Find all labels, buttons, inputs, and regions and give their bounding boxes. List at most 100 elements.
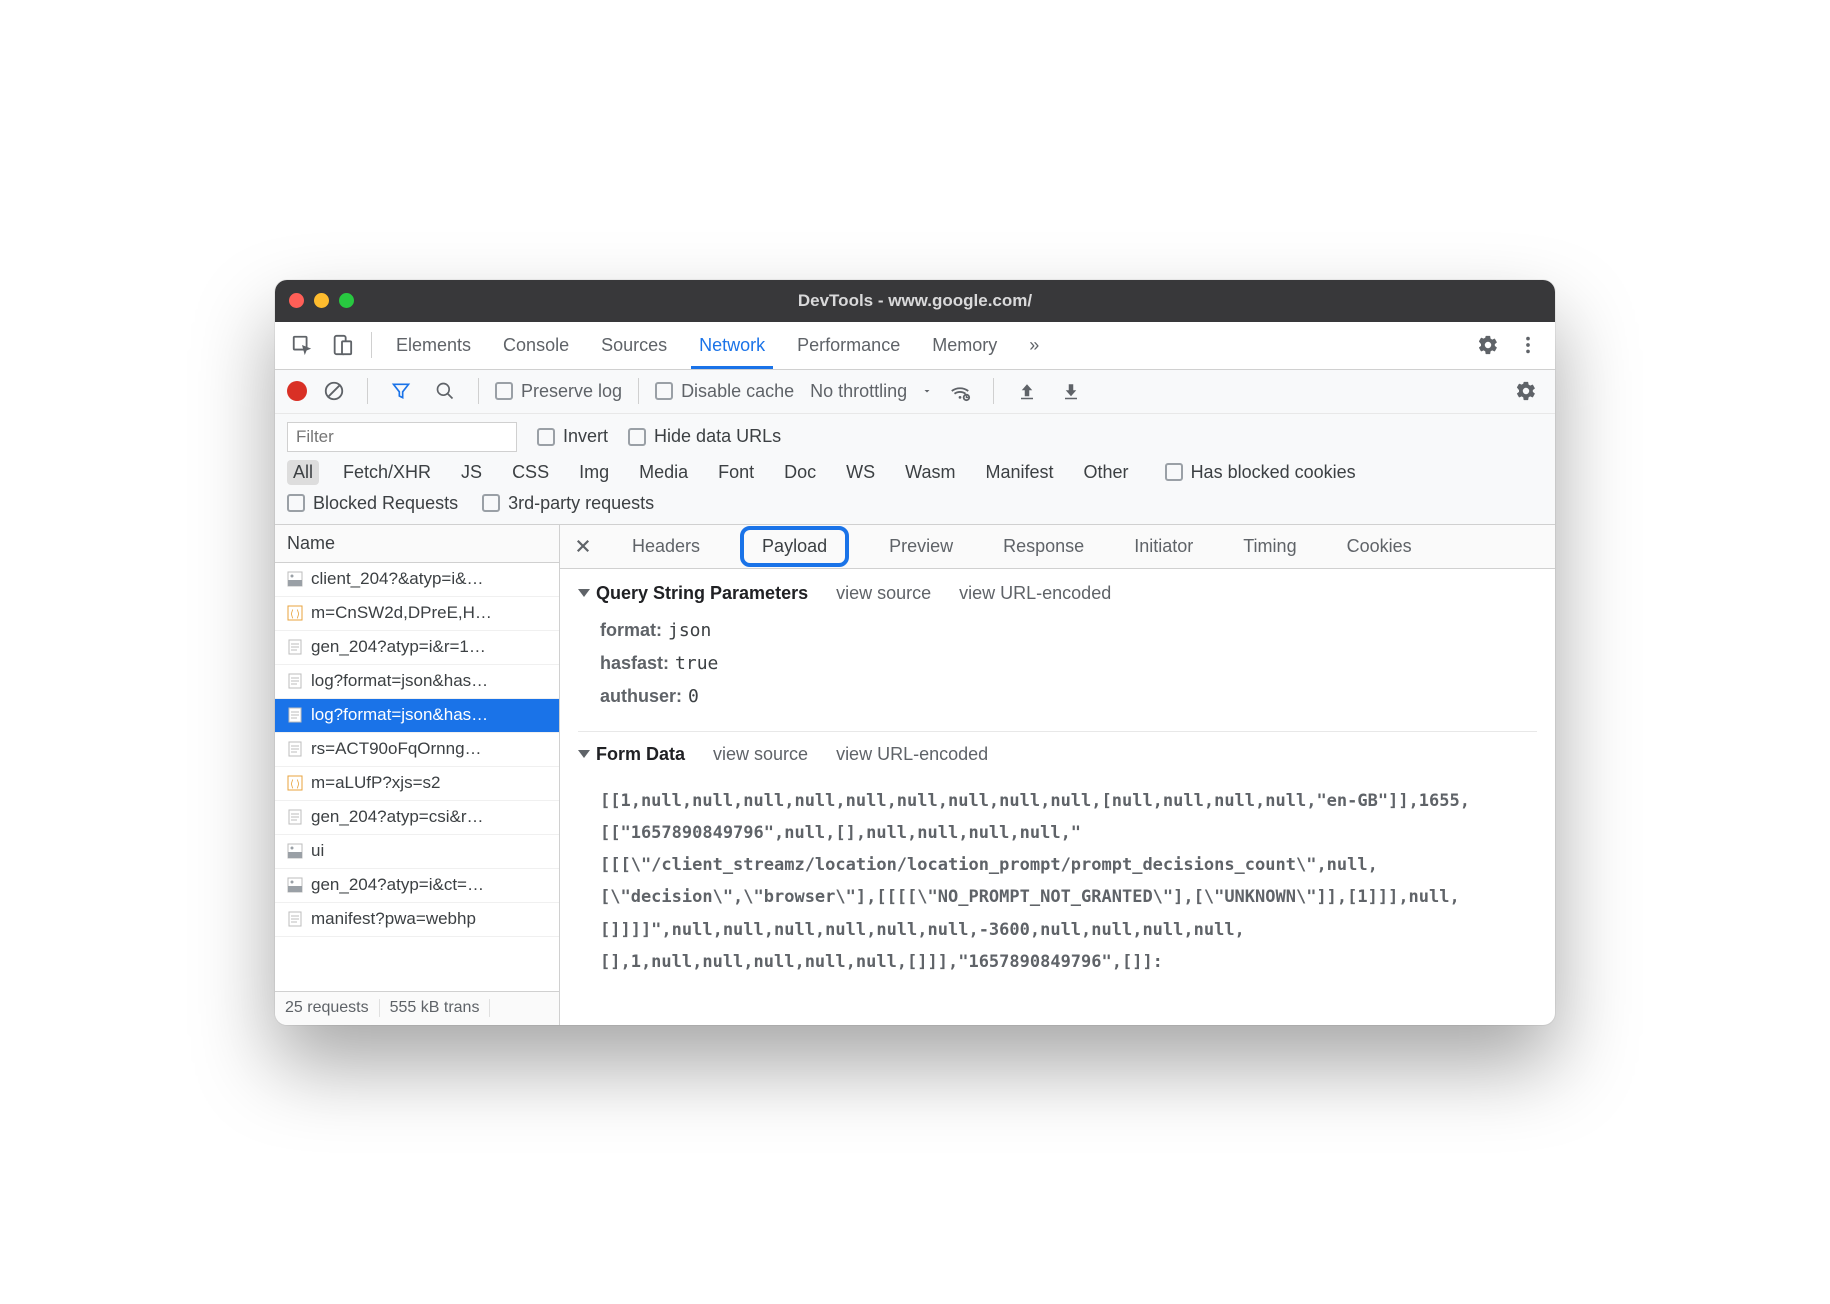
more-tabs-button[interactable]: » [1027,323,1041,368]
tab-memory[interactable]: Memory [930,323,999,368]
request-row[interactable]: rs=ACT90oFqOrnng… [275,733,559,767]
search-icon[interactable] [428,374,462,408]
device-toolbar-icon[interactable] [325,328,359,362]
qsp-title: Query String Parameters [596,583,808,604]
upload-har-icon[interactable] [1010,374,1044,408]
network-conditions-icon[interactable] [943,374,977,408]
request-name: gen_204?atyp=i&r=1… [311,637,486,657]
request-row[interactable]: ⟨⟩m=CnSW2d,DPreE,H… [275,597,559,631]
request-row[interactable]: gen_204?atyp=i&ct=… [275,869,559,903]
form-section-header: Form Data view source view URL-encoded [578,744,1537,765]
toolbar-divider [478,378,479,404]
invert-checkbox[interactable]: Invert [537,426,608,447]
hide-data-urls-checkbox[interactable]: Hide data URLs [628,426,781,447]
type-ws[interactable]: WS [840,460,881,485]
qsp-toggle[interactable]: Query String Parameters [578,583,808,604]
invert-label: Invert [563,426,608,447]
toolbar-divider [638,378,639,404]
qsp-value: 0 [688,686,699,707]
detail-tab-payload[interactable]: Payload [740,526,849,567]
type-all[interactable]: All [287,460,319,485]
request-row[interactable]: ⟨⟩m=aLUfP?xjs=s2 [275,767,559,801]
request-row[interactable]: client_204?&atyp=i&… [275,563,559,597]
doc-file-icon [287,639,303,655]
type-manifest[interactable]: Manifest [980,460,1060,485]
svg-text:⟨⟩: ⟨⟩ [289,609,301,620]
qsp-view-encoded[interactable]: view URL-encoded [959,583,1111,604]
settings-gear-icon[interactable] [1471,328,1505,362]
throttling-select[interactable]: No throttling [810,381,933,402]
request-row[interactable]: gen_204?atyp=csi&r… [275,801,559,835]
detail-tab-timing[interactable]: Timing [1233,530,1306,563]
tab-performance[interactable]: Performance [795,323,902,368]
network-settings-gear-icon[interactable] [1509,374,1543,408]
blocked-requests-label: Blocked Requests [313,493,458,514]
request-row[interactable]: ui [275,835,559,869]
type-css[interactable]: CSS [506,460,555,485]
type-doc[interactable]: Doc [778,460,822,485]
tab-console[interactable]: Console [501,323,571,368]
record-button[interactable] [287,381,307,401]
blocked-requests-checkbox[interactable]: Blocked Requests [287,493,458,514]
has-blocked-cookies-label: Has blocked cookies [1191,462,1356,483]
form-toggle[interactable]: Form Data [578,744,685,765]
disable-cache-label: Disable cache [681,381,794,402]
script-file-icon: ⟨⟩ [287,775,303,791]
transfer-size: 555 kB trans [380,999,491,1017]
third-party-checkbox[interactable]: 3rd-party requests [482,493,654,514]
image-file-icon [287,877,303,893]
qsp-key: authuser: [600,686,682,706]
close-detail-icon[interactable] [574,537,592,555]
request-name: rs=ACT90oFqOrnng… [311,739,482,759]
detail-tab-headers[interactable]: Headers [622,530,710,563]
tab-sources[interactable]: Sources [599,323,669,368]
qsp-view-source[interactable]: view source [836,583,931,604]
maximize-window-button[interactable] [339,293,354,308]
type-js[interactable]: JS [455,460,488,485]
tab-elements[interactable]: Elements [394,323,473,368]
download-har-icon[interactable] [1054,374,1088,408]
qsp-section-header: Query String Parameters view source view… [578,583,1537,604]
request-row[interactable]: log?format=json&has… [275,665,559,699]
detail-tabs: Headers Payload Preview Response Initiat… [560,525,1555,569]
qsp-param: format:json [578,614,1537,647]
request-row[interactable]: gen_204?atyp=i&r=1… [275,631,559,665]
detail-tab-response[interactable]: Response [993,530,1094,563]
detail-tab-preview[interactable]: Preview [879,530,963,563]
kebab-menu-icon[interactable] [1511,328,1545,362]
qsp-params: format:jsonhasfast:trueauthuser:0 [578,614,1537,713]
preserve-log-checkbox[interactable]: Preserve log [495,381,622,402]
doc-file-icon [287,673,303,689]
request-row[interactable]: log?format=json&has… [275,699,559,733]
name-column-header[interactable]: Name [275,525,559,563]
status-bar: 25 requests 555 kB trans [275,991,559,1025]
has-blocked-cookies-checkbox[interactable]: Has blocked cookies [1165,462,1356,483]
request-row[interactable]: manifest?pwa=webhp [275,903,559,937]
filter-funnel-icon[interactable] [384,374,418,408]
panel-tabs: Elements Console Sources Network Perform… [384,323,1465,368]
inspect-element-icon[interactable] [285,328,319,362]
content-area: Name client_204?&atyp=i&… ⟨⟩m=CnSW2d,DPre… [275,525,1555,1025]
tab-network[interactable]: Network [697,323,767,368]
type-other[interactable]: Other [1078,460,1135,485]
detail-panel: Headers Payload Preview Response Initiat… [560,525,1555,1025]
request-name: client_204?&atyp=i&… [311,569,483,589]
request-count: 25 requests [275,999,380,1017]
clear-icon[interactable] [317,374,351,408]
filter-input[interactable] [287,422,517,452]
disable-cache-checkbox[interactable]: Disable cache [655,381,794,402]
type-font[interactable]: Font [712,460,760,485]
type-fetch-xhr[interactable]: Fetch/XHR [337,460,437,485]
type-wasm[interactable]: Wasm [899,460,961,485]
type-media[interactable]: Media [633,460,694,485]
form-data-body: [[1,null,null,null,null,null,null,null,n… [578,775,1537,979]
form-view-encoded[interactable]: view URL-encoded [836,744,988,765]
detail-tab-cookies[interactable]: Cookies [1337,530,1422,563]
close-window-button[interactable] [289,293,304,308]
type-img[interactable]: Img [573,460,615,485]
form-view-source[interactable]: view source [713,744,808,765]
svg-text:⟨⟩: ⟨⟩ [289,779,301,790]
minimize-window-button[interactable] [314,293,329,308]
network-toolbar: Preserve log Disable cache No throttling [275,370,1555,414]
detail-tab-initiator[interactable]: Initiator [1124,530,1203,563]
